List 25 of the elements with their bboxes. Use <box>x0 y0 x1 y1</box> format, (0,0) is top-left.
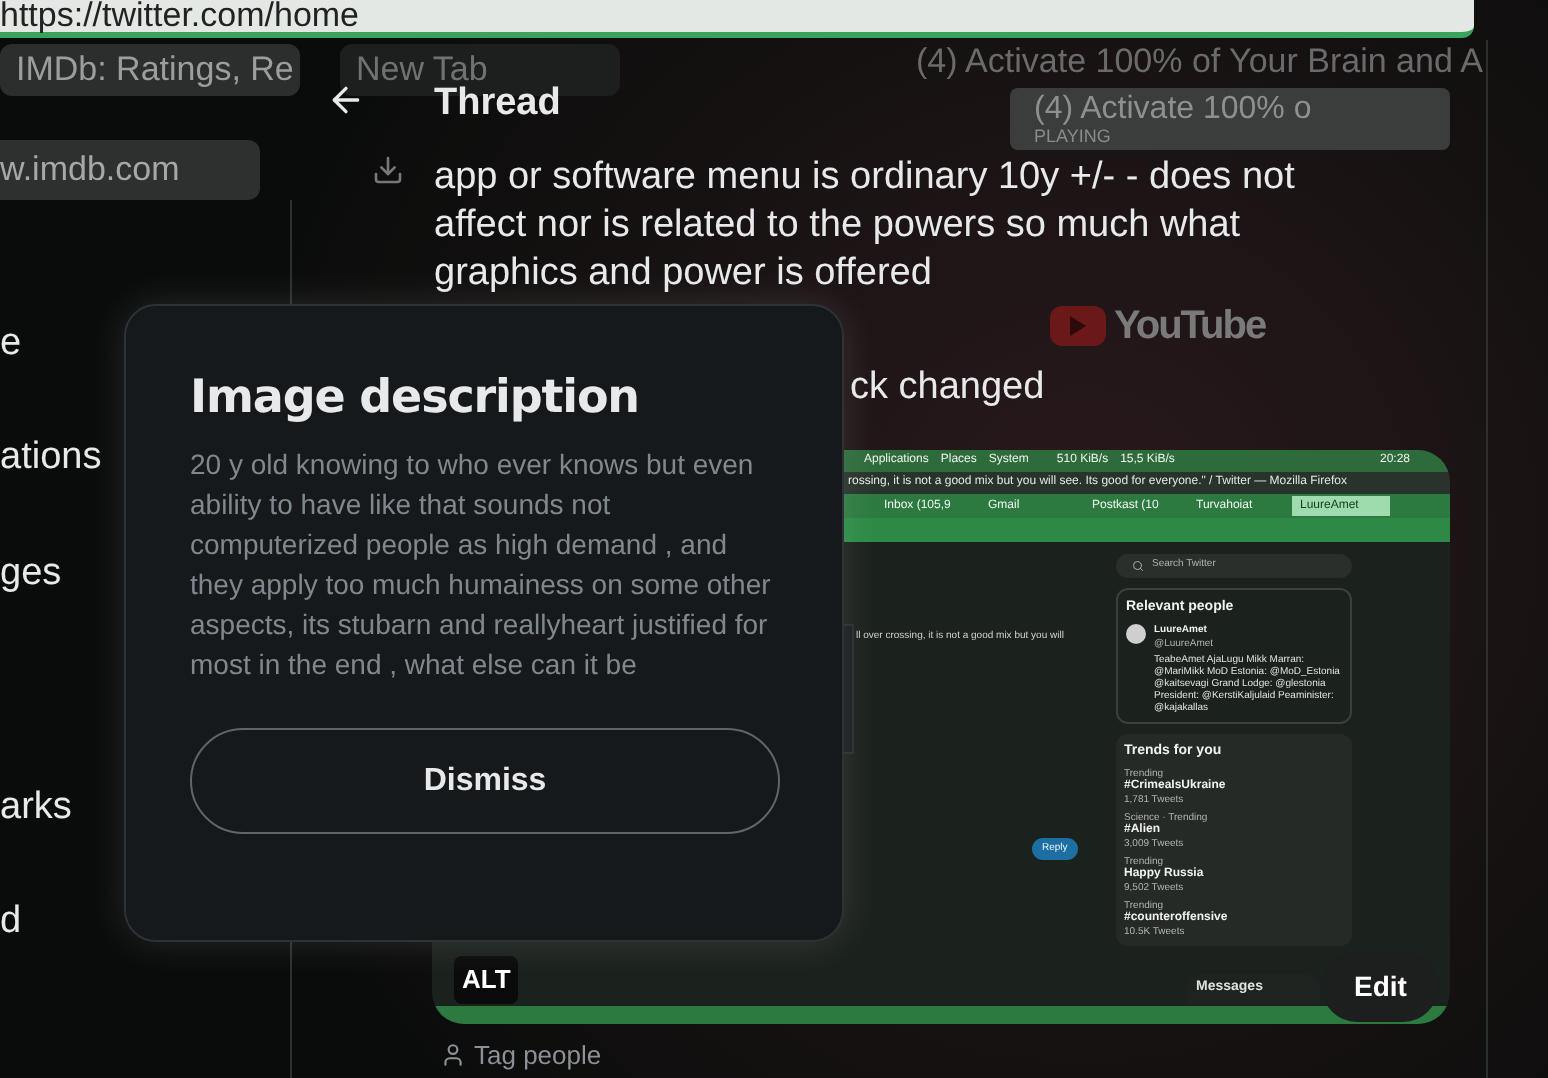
window-title-text: (4) Activate 100% of Your Brain and A <box>916 42 1484 82</box>
sidebar-item[interactable]: d <box>0 898 22 946</box>
play-icon <box>1050 306 1106 346</box>
playing-label: PLAYING <box>1034 126 1113 146</box>
sidebar-item[interactable]: e <box>0 320 22 368</box>
person-icon <box>440 1042 466 1069</box>
address-bar[interactable]: https://twitter.com/home <box>0 0 1474 38</box>
sidebar-item[interactable]: ges <box>0 550 62 598</box>
search-icon <box>1132 560 1144 572</box>
dismiss-button[interactable]: Dismiss <box>190 728 780 834</box>
tag-people-link[interactable]: Tag people <box>440 1036 602 1075</box>
description-text: 20 y old knowing to who ever knows but even ability to have like that sounds not computerized people as high demand , and they apply too much humainess on some other aspects, its stubarn and reallyheart justified for most in the end , what else can it be <box>190 446 773 684</box>
dialog-title: Image description <box>190 370 641 428</box>
tweet-text: ck changed <box>850 364 1045 412</box>
url-text: https://twitter.com/home <box>0 0 360 32</box>
url-field[interactable]: w.imdb.com <box>0 140 260 200</box>
browser-tab[interactable]: IMDb: Ratings, Re <box>0 44 300 96</box>
sidebar-item[interactable]: arks <box>0 784 72 832</box>
sidebar-item[interactable]: ations <box>0 434 102 482</box>
alt-badge[interactable]: ALT <box>454 956 519 1003</box>
tab-title: (4) Activate 100% o <box>1034 92 1314 126</box>
youtube-wordmark: YouTube <box>1114 302 1266 352</box>
avatar <box>1126 623 1146 643</box>
tweet-text: app or software menu is ordinary 10y +/- - does not affect nor is related to the powers so much what graphics and power is offered <box>434 154 1297 298</box>
download-icon[interactable] <box>372 154 404 186</box>
